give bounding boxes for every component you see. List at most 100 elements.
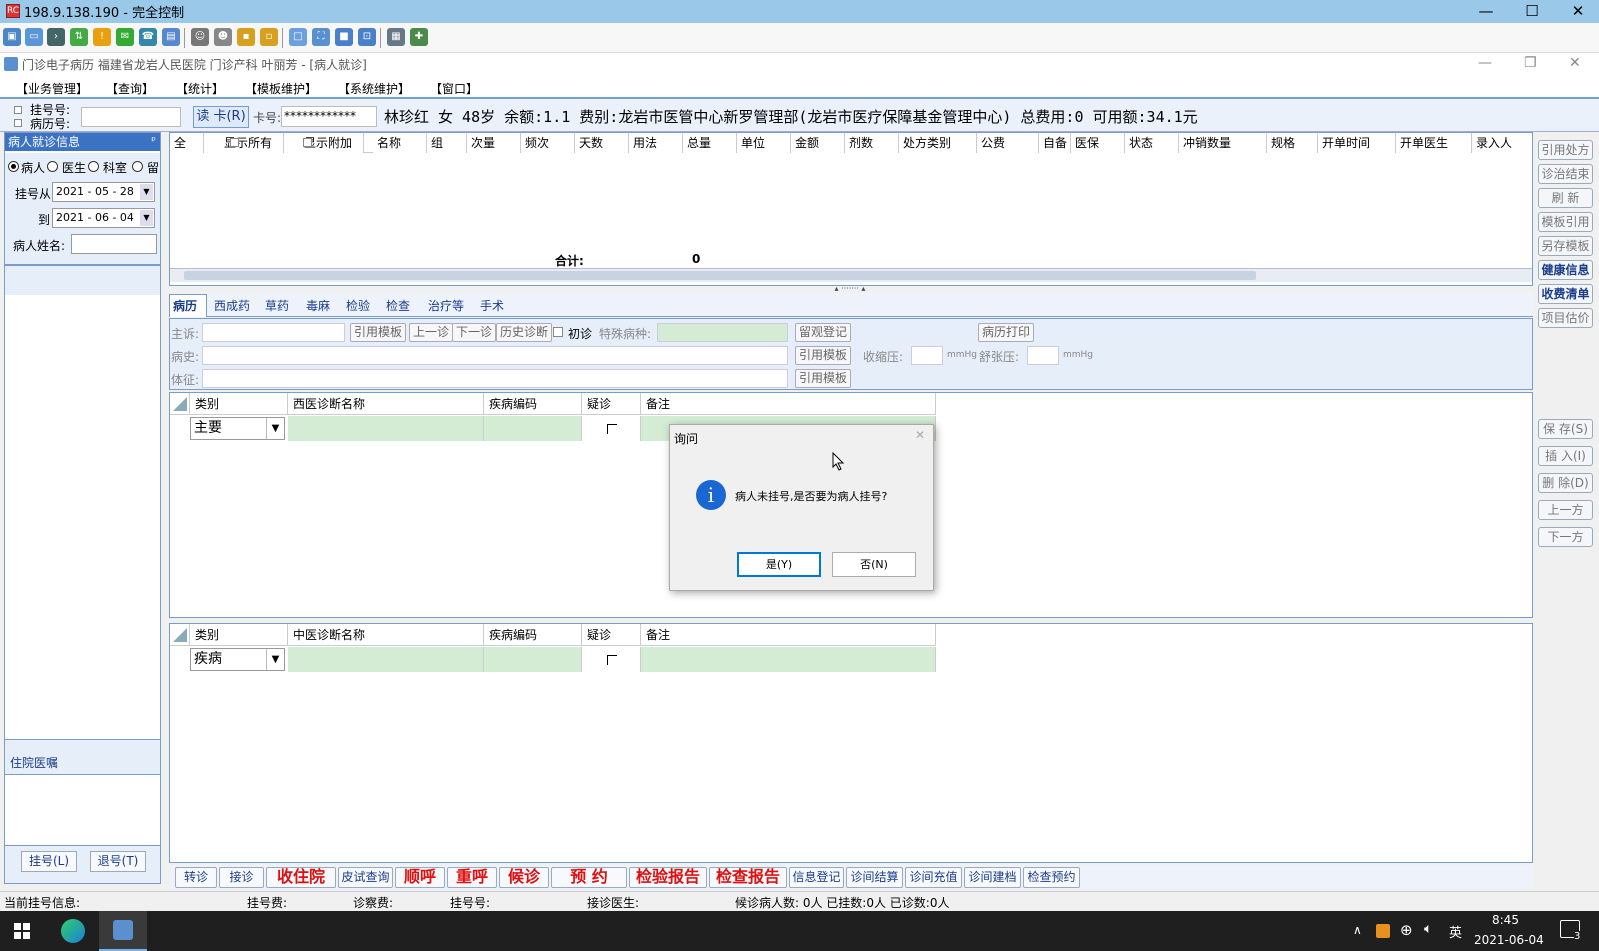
chevron-down-icon[interactable]: ▼	[266, 418, 284, 439]
info-register-button[interactable]: 信息登记	[789, 867, 844, 888]
wm-col-remark[interactable]: 备注	[641, 393, 936, 415]
radio-department[interactable]: 科室	[103, 159, 127, 176]
exam-report-button[interactable]: 检查报告	[709, 867, 787, 888]
chat-icon[interactable]: ✉	[116, 28, 134, 46]
volume-icon[interactable]: 🔈︎	[1424, 921, 1432, 937]
tab-narcotic[interactable]: 毒麻	[306, 297, 330, 314]
unregister-button[interactable]: 退号(T)	[90, 851, 146, 872]
col-doses[interactable]: 剂数	[845, 133, 899, 153]
app-restore-button[interactable]: ❐	[1524, 55, 1537, 71]
clock-date[interactable]: 2021-06-04	[1474, 933, 1544, 947]
window-icon[interactable]: □	[289, 28, 307, 46]
treatment-end-button[interactable]: 诊治结束	[1538, 164, 1593, 184]
prev-rx-button[interactable]: 上一方	[1538, 500, 1593, 520]
unlock-icon[interactable]: ▫	[260, 28, 278, 46]
admit-button[interactable]: 收住院	[266, 867, 336, 888]
tab-treatment[interactable]: 治疗等	[428, 297, 464, 314]
scale-icon[interactable]: ⊡	[358, 28, 376, 46]
col-name[interactable]: 名称	[373, 133, 427, 153]
history-input[interactable]	[202, 346, 788, 365]
monitor-icon[interactable]: ▣	[3, 28, 21, 46]
save-button[interactable]: 保 存(S)	[1538, 419, 1593, 439]
tab-surgery[interactable]: 手术	[480, 297, 504, 314]
tab-exam[interactable]: 检查	[386, 297, 410, 314]
tray-app-icon[interactable]	[1376, 924, 1390, 938]
col-spec[interactable]: 规格	[1267, 133, 1318, 153]
transfer-button[interactable]: 转诊	[175, 867, 217, 888]
scrollbar-thumb[interactable]	[184, 271, 1256, 280]
phone-icon[interactable]: ☎	[139, 28, 157, 46]
yes-button[interactable]: 是(Y)	[737, 552, 821, 577]
ime-language[interactable]: 英	[1449, 922, 1462, 941]
screen-icon[interactable]: ▭	[25, 28, 43, 46]
transfer-icon[interactable]: ⇅	[70, 28, 88, 46]
col-dose[interactable]: 次量	[467, 133, 521, 153]
terminal-icon[interactable]: ›	[47, 28, 65, 46]
show-all-checkbox[interactable]	[230, 138, 239, 147]
wm-col-name[interactable]: 西医诊断名称	[288, 393, 484, 415]
radio-doctor[interactable]: 医生	[62, 159, 86, 176]
wm-suspect-checkbox[interactable]	[607, 424, 617, 434]
fee-list-button[interactable]: 收费清单	[1538, 284, 1593, 304]
wm-name-cell[interactable]	[288, 416, 484, 441]
app-close-button[interactable]: ✕	[1569, 55, 1581, 71]
user-icon[interactable]: ☺	[191, 28, 209, 46]
col-writeoff[interactable]: 冲销数量	[1179, 133, 1267, 153]
col-self[interactable]: 自备	[1039, 133, 1071, 153]
col-unit[interactable]: 单位	[737, 133, 791, 153]
delete-button[interactable]: 删 除(D)	[1538, 473, 1593, 493]
col-total[interactable]: 总量	[683, 133, 737, 153]
reg-no-checkbox[interactable]	[14, 106, 22, 114]
refresh-button[interactable]: 刷 新	[1538, 188, 1593, 208]
radio-patient[interactable]: 病人	[21, 159, 45, 176]
tools-icon[interactable]: ✚	[410, 28, 428, 46]
menu-query[interactable]: 【查询】	[106, 80, 154, 97]
dialog-close-icon[interactable]: ✕	[915, 428, 925, 442]
menu-window[interactable]: 【窗口】	[430, 80, 478, 97]
col-show-all[interactable]: 显示所有	[204, 133, 284, 153]
ref-rx-button[interactable]: 引用处方	[1538, 140, 1593, 160]
skin-test-button[interactable]: 皮试查询	[338, 867, 393, 888]
read-card-button[interactable]: 读 卡(R)	[193, 106, 249, 128]
menu-business[interactable]: 【业务管理】	[16, 80, 88, 97]
insert-button[interactable]: 插 入(I)	[1538, 446, 1593, 466]
reg-no-input[interactable]	[81, 107, 181, 127]
tcm-suspect-checkbox[interactable]	[607, 655, 617, 665]
menu-statistics[interactable]: 【统计】	[176, 80, 224, 97]
diastolic-input[interactable]	[1027, 346, 1059, 365]
save-template-button[interactable]: 另存模板	[1538, 236, 1593, 256]
col-usage[interactable]: 用法	[629, 133, 683, 153]
maximize-button[interactable]: ☐	[1509, 0, 1555, 23]
chief-ref-template-button[interactable]: 引用模板	[350, 323, 407, 342]
date-from-dropdown-icon[interactable]: ▼	[140, 184, 153, 200]
tcm-code-cell[interactable]	[484, 647, 582, 672]
tcm-col-suspect[interactable]: 疑诊	[582, 624, 641, 646]
exam-appointment-button[interactable]: 检查预约	[1023, 867, 1080, 888]
col-insurance[interactable]: 医保	[1071, 133, 1125, 153]
lab-report-button[interactable]: 检验报告	[629, 867, 707, 888]
tab-herbal[interactable]: 草药	[265, 297, 289, 314]
col-all[interactable]: 全	[170, 133, 204, 153]
next-rx-button[interactable]: 下一方	[1538, 527, 1593, 547]
col-entry-user[interactable]: 录入人	[1472, 133, 1532, 153]
tab-record[interactable]: 病历	[173, 297, 197, 314]
wm-type-select[interactable]: 主要 ▼	[190, 417, 285, 440]
wm-col-code[interactable]: 疾病编码	[484, 393, 582, 415]
col-order-time[interactable]: 开单时间	[1318, 133, 1396, 153]
menu-system[interactable]: 【系统维护】	[338, 80, 410, 97]
radio-observe[interactable]: 留	[147, 159, 159, 176]
waiting-button[interactable]: 候诊	[499, 867, 549, 888]
col-amount[interactable]: 金额	[791, 133, 845, 153]
prev-visit-button[interactable]: 上一诊	[409, 323, 454, 342]
register-button[interactable]: 挂号(L)	[21, 851, 77, 872]
estimate-button[interactable]: 项目估价	[1538, 308, 1593, 328]
wm-col-suspect[interactable]: 疑诊	[582, 393, 641, 415]
col-group[interactable]: 组	[427, 133, 467, 153]
tcm-col-remark[interactable]: 备注	[641, 624, 936, 646]
chevron-down-icon[interactable]: ▼	[266, 649, 284, 670]
recall-button[interactable]: 重呼	[447, 867, 497, 888]
patient-name-input[interactable]	[71, 234, 157, 254]
col-order-doctor[interactable]: 开单医生	[1396, 133, 1472, 153]
record-no-checkbox[interactable]	[14, 119, 22, 127]
col-show-extra[interactable]: 显示附加	[284, 133, 364, 153]
